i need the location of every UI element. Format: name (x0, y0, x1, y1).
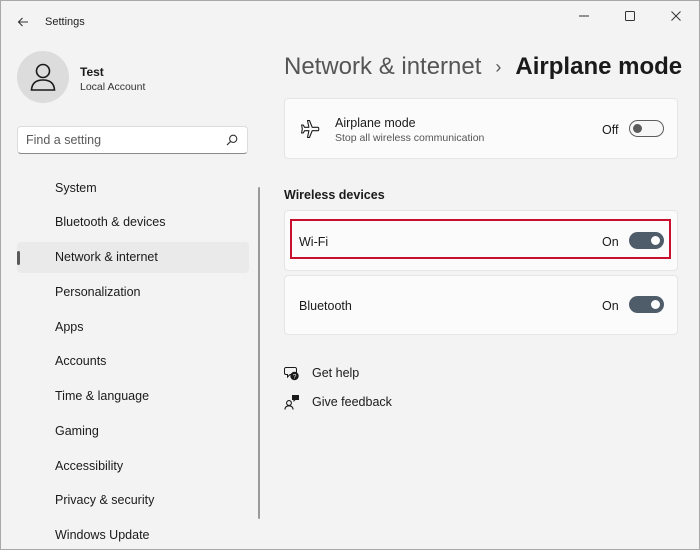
sidebar-item-label: Gaming (55, 423, 99, 438)
page-title: Airplane mode (515, 53, 683, 80)
sidebar-item-network-internet[interactable]: Network & internet (17, 241, 249, 273)
sidebar-item-gaming[interactable]: Gaming (17, 415, 249, 446)
profile-account-type: Local Account (80, 81, 146, 93)
minimize-icon (579, 15, 589, 17)
feedback-icon (284, 395, 299, 410)
profile-name: Test (80, 65, 104, 79)
get-help-label: Get help (312, 366, 360, 380)
sidebar-item-apps[interactable]: Apps (17, 311, 249, 342)
settings-window: Settings Test Local Account Find a setti… (0, 0, 700, 550)
sidebar-item-label: Apps (55, 319, 84, 334)
airplane-mode-title: Airplane mode (335, 116, 416, 130)
app-title: Settings (45, 16, 85, 28)
back-button[interactable] (11, 11, 35, 33)
bluetooth-toggle[interactable] (629, 296, 664, 313)
sidebar-item-label: Windows Update (55, 528, 150, 542)
back-arrow-icon (17, 17, 28, 27)
sidebar-item-system[interactable]: System (17, 172, 249, 203)
sidebar-item-bluetooth-devices[interactable]: Bluetooth & devices (17, 207, 249, 238)
person-icon (30, 63, 56, 91)
sidebar-item-label: Time & language (55, 389, 150, 403)
sidebar-item-personalization[interactable]: Personalization (17, 276, 249, 307)
bluetooth-state: On (602, 299, 619, 313)
airplane-mode-state: Off (602, 123, 619, 137)
search-input[interactable] (26, 131, 216, 149)
svg-text:?: ? (293, 373, 297, 380)
avatar[interactable] (17, 51, 69, 103)
bluetooth-label: Bluetooth (299, 299, 352, 313)
sidebar-item-label: Accessibility (55, 458, 124, 473)
search-icon[interactable] (226, 134, 238, 146)
bluetooth-card: Bluetooth On (284, 275, 678, 335)
maximize-button[interactable] (607, 1, 653, 31)
sidebar-item-label: System (55, 180, 97, 195)
toggle-knob (633, 124, 642, 133)
give-feedback-link[interactable]: Give feedback (284, 394, 392, 410)
sidebar-item-time-language[interactable]: Time & language (17, 381, 249, 412)
sidebar-item-privacy-security[interactable]: Privacy & security (17, 485, 249, 516)
wireless-devices-heading: Wireless devices (284, 188, 385, 202)
wifi-highlight-box (290, 219, 671, 259)
sidebar-item-label: Bluetooth & devices (55, 215, 166, 230)
sidebar-item-label: Accounts (55, 354, 107, 369)
sidebar-item-accounts[interactable]: Accounts (17, 346, 249, 377)
sidebar-scrollbar[interactable] (258, 187, 260, 519)
airplane-icon (301, 119, 320, 139)
sidebar-item-accessibility[interactable]: Accessibility (17, 450, 249, 481)
search-box (17, 126, 248, 154)
maximize-icon (625, 11, 635, 21)
sidebar-item-label: Privacy & security (55, 493, 155, 508)
breadcrumb: Network & internet › Airplane mode (284, 50, 682, 84)
get-help-link[interactable]: ? Get help (284, 365, 359, 381)
airplane-mode-toggle[interactable] (629, 120, 664, 137)
minimize-button[interactable] (561, 1, 607, 31)
help-icon: ? (284, 367, 299, 380)
sidebar-nav: System Bluetooth & devices Network & int… (1, 172, 259, 550)
give-feedback-label: Give feedback (312, 395, 392, 409)
airplane-mode-card: Airplane mode Stop all wireless communic… (284, 98, 678, 159)
toggle-knob (651, 300, 660, 309)
sidebar-item-label: Personalization (55, 284, 141, 299)
title-bar: Settings (1, 1, 699, 43)
close-icon (671, 11, 681, 21)
breadcrumb-separator: › (495, 56, 502, 77)
close-button[interactable] (653, 1, 699, 31)
airplane-mode-subtitle: Stop all wireless communication (335, 132, 485, 144)
breadcrumb-parent[interactable]: Network & internet (284, 53, 481, 81)
window-controls (561, 1, 699, 31)
sidebar-item-label: Network & internet (55, 250, 158, 264)
sidebar-item-windows-update[interactable]: Windows Update (17, 520, 249, 550)
